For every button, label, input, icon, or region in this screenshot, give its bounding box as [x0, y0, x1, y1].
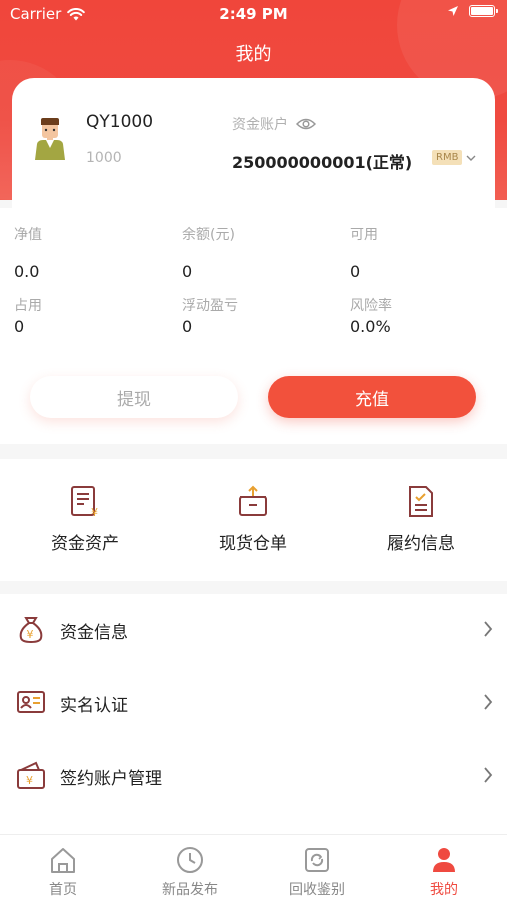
stat-floating-pnl: 浮动盈亏 0 [182, 295, 238, 336]
quick-label: 资金资产 [51, 534, 119, 554]
username: QY1000 [86, 112, 154, 132]
tab-home[interactable]: 首页 [0, 845, 126, 899]
tab-label: 回收鉴别 [289, 882, 345, 898]
stat-occupied: 占用 0 [14, 295, 42, 336]
stat-risk-rate: 风险率 0.0% [350, 295, 392, 336]
menu-item-partial[interactable] [0, 813, 507, 834]
stat-value: 0 [182, 317, 193, 336]
quick-actions: ¥ 资金资产 现货仓单 履约信息 [0, 459, 507, 581]
stat-label: 占用 [14, 298, 42, 314]
stat-label: 余额(元) [182, 227, 235, 243]
stat-label: 风险率 [350, 298, 392, 314]
chevron-down-icon [466, 155, 476, 161]
stat-value: 0 [350, 262, 361, 281]
stat-value: 0.0% [350, 317, 391, 336]
settings-menu: ¥ 资金信息 实名认证 ¥ 签约账户管理 [0, 594, 507, 834]
wallet-icon: ¥ [17, 761, 45, 789]
tab-bar: 首页 新品发布 回收鉴别 我的 [0, 834, 507, 900]
account-card: QY1000 1000 资金账户 250000000001(正常) RMB [12, 78, 495, 208]
quick-fulfillment-info[interactable]: 履约信息 [346, 485, 496, 554]
stat-value: 0.0 [14, 262, 40, 281]
battery-icon [469, 5, 498, 17]
quick-label: 履约信息 [387, 534, 455, 554]
menu-label: 签约账户管理 [60, 769, 162, 789]
tab-label: 新品发布 [162, 882, 218, 898]
menu-item-real-name-auth[interactable]: 实名认证 [0, 667, 507, 739]
avatar[interactable] [32, 116, 68, 160]
money-bag-icon: ¥ [19, 617, 43, 644]
chevron-right-icon [484, 767, 493, 783]
home-icon [51, 848, 75, 873]
stat-label: 浮动盈亏 [182, 298, 238, 314]
currency-selector[interactable]: RMB [432, 150, 476, 165]
user-id: 1000 [86, 150, 122, 166]
stat-label: 净值 [14, 227, 42, 243]
stat-value: 0 [14, 317, 25, 336]
quick-spot-warehouse[interactable]: 现货仓单 [178, 485, 328, 554]
tab-mine[interactable]: 我的 [381, 845, 507, 899]
tab-label: 首页 [49, 882, 77, 898]
status-bar: Carrier 2:49 PM [0, 0, 507, 28]
fund-account-label: 资金账户 [232, 117, 288, 133]
status-time: 2:49 PM [219, 5, 288, 23]
stat-value: 0 [182, 262, 193, 281]
chevron-right-icon [484, 621, 493, 637]
recharge-button[interactable]: 充值 [268, 376, 476, 418]
tab-label: 我的 [430, 882, 458, 898]
menu-label: 实名认证 [60, 696, 128, 716]
stat-balance: 余额(元) 0 [182, 224, 235, 281]
recycle-icon [305, 848, 329, 872]
stat-label: 可用 [350, 227, 378, 243]
tab-recycle[interactable]: 回收鉴别 [254, 845, 380, 899]
menu-item-fund-info[interactable]: ¥ 资金信息 [0, 594, 507, 666]
tab-new-products[interactable]: 新品发布 [127, 845, 253, 899]
document-yen-icon: ¥ [71, 486, 98, 519]
svg-text:¥: ¥ [91, 506, 98, 519]
quick-fund-assets[interactable]: ¥ 资金资产 [10, 485, 160, 554]
svg-text:¥: ¥ [27, 628, 34, 641]
id-card-icon [17, 691, 45, 713]
menu-label: 资金信息 [60, 623, 128, 643]
person-icon [433, 848, 455, 872]
eye-icon[interactable] [296, 117, 316, 131]
currency-tag: RMB [432, 150, 463, 165]
fund-account-number: 250000000001(正常) [232, 153, 413, 172]
svg-text:¥: ¥ [26, 774, 33, 787]
withdraw-button[interactable]: 提现 [30, 376, 238, 418]
page-title: 我的 [235, 44, 272, 65]
location-arrow-icon [448, 6, 458, 16]
contract-icon [409, 486, 433, 517]
clock-icon [177, 847, 203, 873]
stat-net-value: 净值 0.0 [14, 224, 42, 281]
stat-available: 可用 0 [350, 224, 378, 281]
quick-label: 现货仓单 [219, 534, 287, 554]
box-icon [239, 485, 267, 516]
menu-item-contract-account[interactable]: ¥ 签约账户管理 [0, 740, 507, 812]
chevron-right-icon [484, 694, 493, 710]
